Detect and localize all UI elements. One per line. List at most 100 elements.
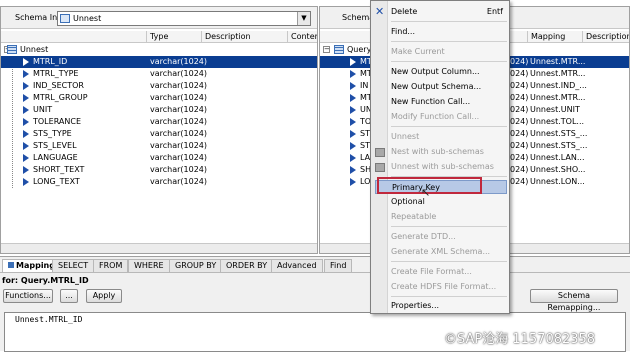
table-icon [334, 45, 344, 54]
menu-separator [391, 261, 507, 262]
column-arrow-icon [23, 166, 29, 174]
menu-item-find[interactable]: Find... [391, 25, 507, 39]
functions-button[interactable]: Functions... [3, 289, 53, 303]
table-row[interactable]: SHORT_TEXT varchar(1024) [1, 164, 317, 176]
menu-item-repeatable[interactable]: Repeatable [391, 210, 507, 224]
column-arrow-icon [350, 142, 356, 150]
column-type: varchar(1024) [150, 81, 208, 90]
table-row[interactable]: TOLERANCE varchar(1024) [1, 116, 317, 128]
menu-item-generate-dtd[interactable]: Generate DTD... [391, 230, 507, 244]
menu-item-unnest[interactable]: Unnest [391, 130, 507, 144]
column-mapping: Unnest.MTR... [530, 93, 586, 102]
column-header-type[interactable]: Type [147, 31, 202, 43]
mapping-target-label: for: Query.MTRL_ID [2, 276, 89, 285]
table-row[interactable]: MTRL_ID varchar(1024) [1, 56, 317, 68]
unnest-icon [375, 163, 385, 172]
column-arrow-icon [350, 70, 356, 78]
ellipsis-button[interactable]: ... [60, 289, 78, 303]
schema-remapping-button[interactable]: Schema Remapping... [530, 289, 618, 312]
tab-divider [0, 272, 630, 273]
column-name: MTRL_GROUP [33, 93, 88, 102]
table-row[interactable]: MTRL_GROUP varchar(1024) [1, 92, 317, 104]
tab-from[interactable]: FROM [93, 259, 129, 272]
column-arrow-icon [23, 154, 29, 162]
column-header-content[interactable]: Conter [288, 31, 317, 43]
tab-group-by[interactable]: GROUP BY [169, 259, 223, 272]
column-arrow-icon [350, 94, 356, 102]
column-type: 024) [510, 105, 529, 114]
table-row[interactable]: MTRL_TYPE varchar(1024) [1, 68, 317, 80]
tab-order-by[interactable]: ORDER BY [220, 259, 274, 272]
menu-item-create-file-format[interactable]: Create File Format... [391, 265, 507, 279]
column-mapping: Unnest.STS_... [530, 129, 588, 138]
menu-item-optional[interactable]: Optional [391, 195, 507, 209]
table-row[interactable]: LONG_TEXT varchar(1024) [1, 176, 317, 188]
column-type: 024) [510, 93, 529, 102]
column-name: SHORT_TEXT [33, 165, 85, 174]
menu-item-unnest-with-sub-schemas[interactable]: Unnest with sub-schemas [391, 160, 507, 174]
tree-root-label: Query [347, 45, 372, 54]
mapping-tab-icon [8, 262, 14, 268]
schema-in-panel: Schema In: Unnest ▼ Type Description Con… [0, 6, 318, 254]
column-type: varchar(1024) [150, 129, 208, 138]
delete-x-icon: ✕ [375, 5, 385, 18]
table-row[interactable]: LANGUAGE varchar(1024) [1, 152, 317, 164]
tab-where[interactable]: WHERE [128, 259, 170, 272]
column-type: 024) [510, 129, 529, 138]
column-arrow-icon [350, 166, 356, 174]
tab-advanced[interactable]: Advanced [271, 259, 323, 272]
chevron-down-icon[interactable]: ▼ [297, 12, 310, 25]
menu-separator [391, 41, 507, 42]
apply-button[interactable]: Apply [86, 289, 122, 303]
menu-item-new-output-column[interactable]: New Output Column... [391, 65, 507, 79]
column-header-name[interactable] [1, 31, 147, 43]
tab-select[interactable]: SELECT [52, 259, 95, 272]
menu-item-new-output-schema[interactable]: New Output Schema... [391, 80, 507, 94]
menu-separator [391, 226, 507, 227]
menu-item-nest-with-sub-schemas[interactable]: Nest with sub-schemas [391, 145, 507, 159]
column-mapping: Unnest.STS_... [530, 141, 588, 150]
collapse-icon[interactable]: − [323, 46, 330, 53]
table-row[interactable]: STS_LEVEL varchar(1024) [1, 140, 317, 152]
table-row[interactable]: STS_TYPE varchar(1024) [1, 128, 317, 140]
menu-item-generate-xml-schema[interactable]: Generate XML Schema... [391, 245, 507, 259]
menu-item-modify-function-call[interactable]: Modify Function Call... [391, 110, 507, 124]
column-arrow-icon [350, 82, 356, 90]
column-mapping: Unnest.TOL... [530, 117, 585, 126]
table-row[interactable]: IND_SECTOR varchar(1024) [1, 80, 317, 92]
column-type: 024) [510, 153, 529, 162]
watermark: ©SAP沧海 1157082358 [444, 332, 596, 347]
column-type: varchar(1024) [150, 177, 208, 186]
column-name: IN [360, 81, 369, 90]
menu-item-new-function-call[interactable]: New Function Call... [391, 95, 507, 109]
column-arrow-icon [350, 58, 356, 66]
column-arrow-icon [23, 106, 29, 114]
column-type: 024) [510, 69, 529, 78]
column-header-mapping[interactable]: Mapping [528, 31, 583, 43]
menu-item-create-hdfs-file-format[interactable]: Create HDFS File Format... [391, 280, 507, 294]
context-menu: ✕ Delete Entf Find... Make Current New Ou… [370, 0, 510, 314]
column-mapping: Unnest.MTR... [530, 69, 586, 78]
menu-item-shortcut: Entf [486, 7, 503, 16]
column-name: TOLERANCE [33, 117, 82, 126]
column-type: varchar(1024) [150, 69, 208, 78]
menu-item-make-current[interactable]: Make Current [391, 45, 507, 59]
column-name: STS_LEVEL [33, 141, 77, 150]
menu-item-delete[interactable]: Delete Entf [391, 5, 507, 19]
column-name: MTRL_TYPE [33, 69, 79, 78]
column-arrow-icon [350, 154, 356, 162]
mouse-cursor-icon: ↖ [421, 186, 431, 199]
column-arrow-icon [350, 106, 356, 114]
tree-root-unnest[interactable]: − Unnest [1, 44, 317, 56]
column-arrow-icon [23, 118, 29, 126]
horizontal-scrollbar[interactable] [1, 243, 317, 253]
column-header-description[interactable]: Description [583, 31, 629, 43]
menu-separator [391, 126, 507, 127]
column-header-description[interactable]: Description [202, 31, 288, 43]
column-type: 024) [510, 81, 529, 90]
table-row[interactable]: UNIT varchar(1024) [1, 104, 317, 116]
schema-in-dropdown[interactable]: Unnest ▼ [57, 11, 311, 26]
menu-item-properties[interactable]: Properties... [391, 299, 507, 313]
tab-find[interactable]: Find [324, 259, 353, 272]
column-arrow-icon [23, 142, 29, 150]
